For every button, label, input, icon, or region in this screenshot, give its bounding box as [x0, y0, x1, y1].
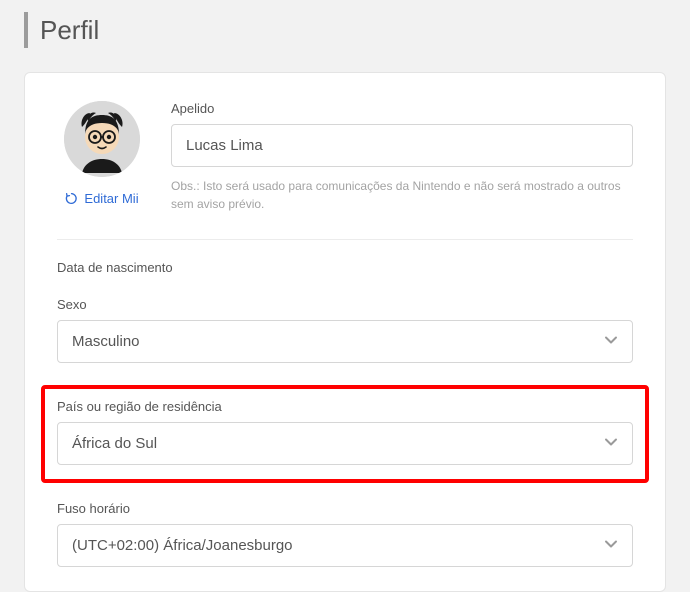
nickname-hint: Obs.: Isto será usado para comunicações … — [171, 177, 633, 213]
page-header: Perfil — [0, 0, 690, 56]
title-accent-bar — [24, 12, 28, 48]
nickname-input[interactable] — [171, 124, 633, 167]
avatar-icon — [64, 101, 140, 177]
country-select[interactable]: África do Sul — [57, 422, 633, 465]
page-title: Perfil — [40, 15, 99, 46]
country-highlight: País ou região de residência África do S… — [41, 385, 649, 483]
refresh-icon — [65, 192, 78, 205]
profile-top-row: Editar Mii Apelido Obs.: Isto será usado… — [57, 101, 633, 213]
timezone-select-wrap: (UTC+02:00) África/Joanesburgo — [57, 524, 633, 567]
profile-card: Editar Mii Apelido Obs.: Isto será usado… — [24, 72, 666, 592]
avatar-column: Editar Mii — [57, 101, 147, 213]
country-select-wrap: África do Sul — [57, 422, 633, 465]
birthdate-label: Data de nascimento — [57, 260, 633, 275]
country-label: País ou região de residência — [57, 399, 633, 414]
timezone-select[interactable]: (UTC+02:00) África/Joanesburgo — [57, 524, 633, 567]
birthdate-section: Data de nascimento — [57, 260, 633, 275]
timezone-section: Fuso horário (UTC+02:00) África/Joanesbu… — [57, 501, 633, 567]
timezone-label: Fuso horário — [57, 501, 633, 516]
nickname-column: Apelido Obs.: Isto será usado para comun… — [171, 101, 633, 213]
gender-section: Sexo Masculino — [57, 297, 633, 363]
edit-mii-link[interactable]: Editar Mii — [65, 191, 138, 206]
gender-label: Sexo — [57, 297, 633, 312]
gender-select-wrap: Masculino — [57, 320, 633, 363]
nickname-label: Apelido — [171, 101, 633, 116]
edit-mii-label: Editar Mii — [84, 191, 138, 206]
divider — [57, 239, 633, 240]
gender-select[interactable]: Masculino — [57, 320, 633, 363]
mii-avatar — [64, 101, 140, 177]
